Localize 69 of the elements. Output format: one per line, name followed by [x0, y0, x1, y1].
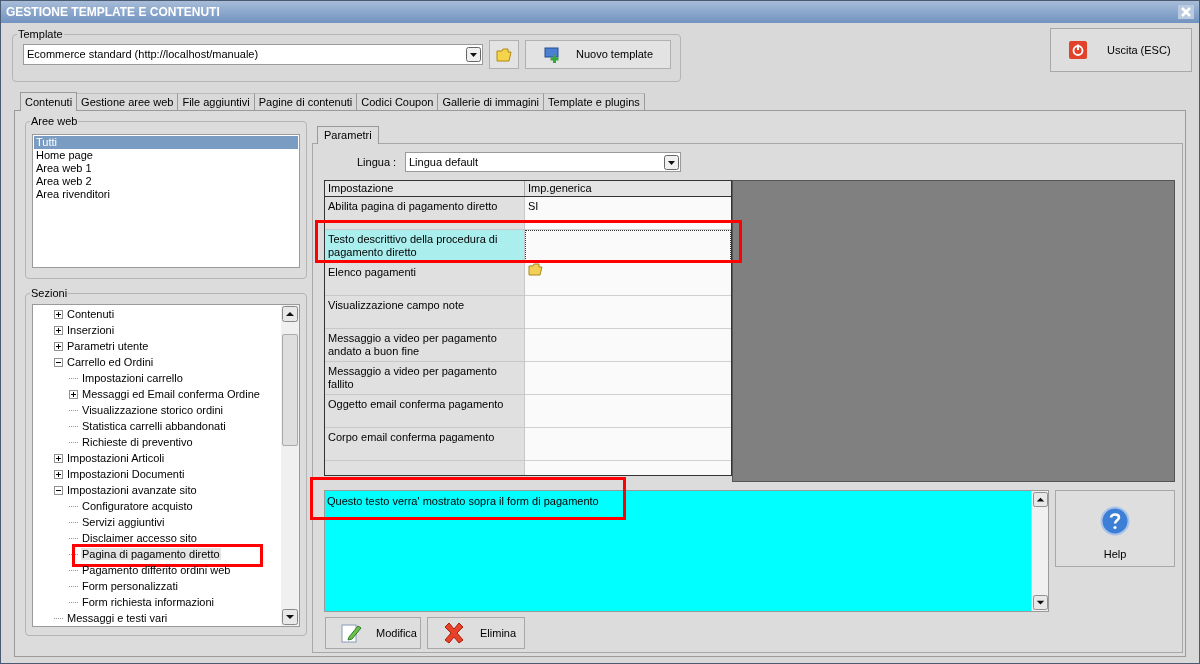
tree-item[interactable]: Visualizzazione storico ordini: [81, 401, 225, 419]
table-cell[interactable]: Visualizzazione campo note: [325, 296, 525, 329]
expander-icon[interactable]: [54, 485, 63, 495]
tab[interactable]: Parametri: [317, 126, 379, 144]
window-title: GESTIONE TEMPLATE E CONTENUTI: [6, 4, 220, 21]
power-icon: [1069, 41, 1087, 59]
scroll-thumb[interactable]: [282, 334, 298, 446]
help-button[interactable]: Help: [1055, 490, 1175, 567]
tree-item[interactable]: Parametri utente: [66, 337, 150, 355]
tree-item[interactable]: Messaggi e testi vari: [66, 609, 169, 627]
action-button[interactable]: Elimina: [427, 617, 525, 649]
scrollbar[interactable]: [1031, 491, 1048, 611]
column-header: Imp.generica: [527, 181, 593, 196]
tree-item[interactable]: Messaggi ed Email conferma Ordine: [81, 385, 261, 403]
scrollbar[interactable]: [281, 305, 299, 626]
tree-item[interactable]: Impostazioni carrello: [81, 369, 184, 387]
folder-icon: [496, 47, 512, 62]
expander-icon[interactable]: [54, 325, 63, 335]
text-editor[interactable]: Questo testo verra' mostrato sopra il form di pagamento: [324, 490, 1049, 612]
expander-icon[interactable]: [54, 453, 63, 463]
scroll-up-icon[interactable]: [282, 306, 298, 322]
expander-icon[interactable]: [69, 389, 78, 399]
action-button[interactable]: Modifica: [325, 617, 421, 649]
expander-icon[interactable]: [54, 341, 63, 351]
table-cell[interactable]: Abilita pagina di pagamento diretto: [325, 197, 525, 230]
new-template-button[interactable]: Nuovo template: [525, 40, 671, 69]
scroll-up-icon[interactable]: [1032, 492, 1048, 507]
tree-item[interactable]: Carrello ed Ordini: [66, 353, 155, 371]
table-cell[interactable]: SI: [525, 197, 731, 230]
tree-item[interactable]: Pagamento differito ordini web: [81, 561, 232, 579]
tab[interactable]: Contenuti: [20, 92, 78, 111]
list-item[interactable]: Area web 2: [33, 175, 299, 188]
expander-icon[interactable]: [54, 309, 63, 319]
list-item[interactable]: Area rivenditori: [33, 188, 299, 201]
tree-item[interactable]: Configuratore acquisto: [81, 497, 194, 515]
template-dropdown[interactable]: Ecommerce standard (http://localhost/manuale): [23, 44, 483, 65]
table-cell[interactable]: Elenco pagamenti: [325, 263, 525, 296]
exit-button[interactable]: Uscita (ESC): [1050, 28, 1192, 72]
tree-item[interactable]: Impostazioni Articoli: [66, 449, 166, 467]
help-icon: [1100, 506, 1130, 536]
language-label: Lingua :: [357, 154, 398, 170]
scroll-down-icon[interactable]: [1032, 595, 1048, 610]
tree-item[interactable]: Contenuti: [66, 305, 116, 323]
language-dropdown[interactable]: Lingua default: [405, 152, 681, 172]
folder-icon[interactable]: [528, 263, 543, 276]
delete-x-icon: [442, 621, 466, 645]
scroll-down-icon[interactable]: [282, 609, 298, 625]
tree-item[interactable]: Pagina di pagamento diretto: [81, 547, 221, 560]
column-header: Impostazione: [325, 181, 525, 196]
tree-item[interactable]: Form personalizzati: [81, 577, 179, 595]
tree-item[interactable]: Statistica carrelli abbandonati: [81, 417, 227, 435]
monitor-plus-icon: [544, 46, 562, 63]
table-cell[interactable]: Messaggio a video per pagamento fallito: [325, 362, 525, 395]
tree-item[interactable]: Disclaimer accesso sito: [81, 529, 198, 547]
table-cell[interactable]: Corpo email conferma pagamento: [325, 428, 525, 461]
table-cell[interactable]: Oggetto email conferma pagamento: [325, 395, 525, 428]
pencil-icon: [340, 622, 362, 644]
tree-item[interactable]: Servizi aggiuntivi: [81, 513, 166, 531]
tree-item[interactable]: Impostazioni avanzate sito: [66, 481, 198, 499]
tree-item[interactable]: Richieste di preventivo: [81, 433, 194, 451]
tree-item[interactable]: Impostazioni Documenti: [66, 465, 186, 483]
expander-icon[interactable]: [54, 469, 63, 479]
table-cell[interactable]: Messaggio a video per pagamento andato a buon fine: [325, 329, 525, 362]
expander-icon[interactable]: [54, 357, 63, 367]
editor-text: Questo testo verra' mostrato sopra il form di pagamento: [327, 495, 599, 507]
list-item[interactable]: Home page: [33, 149, 299, 162]
tree-item[interactable]: Inserzioni: [66, 321, 116, 339]
list-item[interactable]: Area web 1: [33, 162, 299, 175]
tree-item[interactable]: Form richiesta informazioni: [81, 593, 216, 611]
